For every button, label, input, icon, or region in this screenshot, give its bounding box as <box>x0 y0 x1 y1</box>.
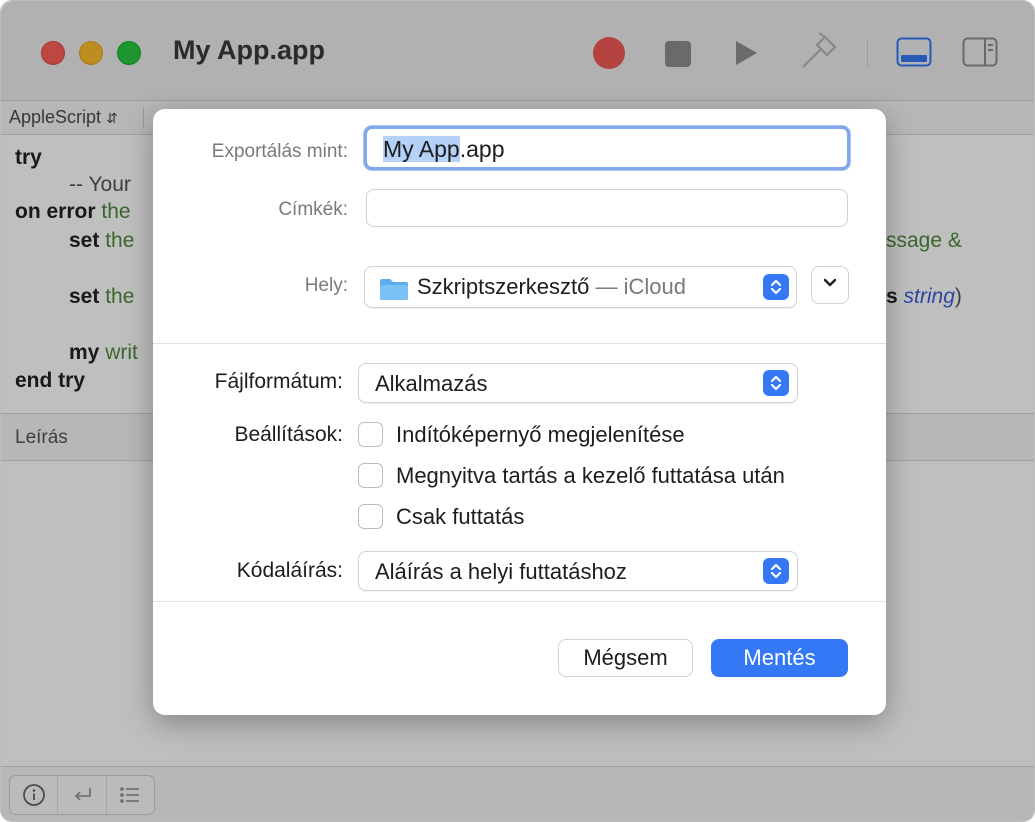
option-label-stay-open: Megnyitva tartás a kezelő futtatása után <box>396 463 785 488</box>
up-down-stepper-icon <box>763 558 789 584</box>
export-name-extension: .app <box>459 136 505 162</box>
file-format-label: Fájlformátum: <box>214 370 343 393</box>
sheet-divider <box>153 601 886 602</box>
up-down-stepper-icon <box>763 370 789 396</box>
up-down-stepper-icon <box>763 274 789 300</box>
export-name-field[interactable]: My App.app <box>364 126 850 170</box>
where-folder-name: Szkriptszerkesztő <box>417 274 590 299</box>
export-name-selected: My App <box>383 136 460 162</box>
option-checkbox-splash[interactable] <box>358 422 383 447</box>
file-format-popup[interactable]: Alkalmazás <box>358 363 798 403</box>
export-sheet: Exportálás mint: My App.app Címkék: Hely… <box>153 109 886 715</box>
code-signing-value: Aláírás a helyi futtatáshoz <box>375 559 627 584</box>
tags-field[interactable] <box>366 189 848 227</box>
code-signing-label: Kódaláírás: <box>236 559 343 582</box>
tags-label: Címkék: <box>278 199 348 220</box>
options-label: Beállítások: <box>234 423 343 446</box>
option-label-run-only: Csak futtatás <box>396 504 525 529</box>
save-button[interactable]: Mentés <box>711 639 848 677</box>
expand-browser-button[interactable] <box>811 266 849 304</box>
cancel-button[interactable]: Mégsem <box>558 639 693 677</box>
where-label: Hely: <box>304 275 348 296</box>
file-format-value: Alkalmazás <box>375 371 488 396</box>
script-editor-window: My App.app AppleScript ⇵ try -- Your on … <box>0 0 1035 822</box>
code-signing-popup[interactable]: Aláírás a helyi futtatáshoz <box>358 551 798 591</box>
export-as-label: Exportálás mint: <box>211 141 348 162</box>
where-location: — iCloud <box>589 274 686 299</box>
where-popup[interactable]: Szkriptszerkesztő — iCloud <box>364 266 797 308</box>
option-checkbox-stay-open[interactable] <box>358 463 383 488</box>
sheet-divider <box>153 343 886 344</box>
option-label-splash: Indítóképernyő megjelenítése <box>396 422 685 447</box>
folder-icon <box>379 277 409 306</box>
chevron-down-icon <box>822 276 838 294</box>
option-checkbox-run-only[interactable] <box>358 504 383 529</box>
